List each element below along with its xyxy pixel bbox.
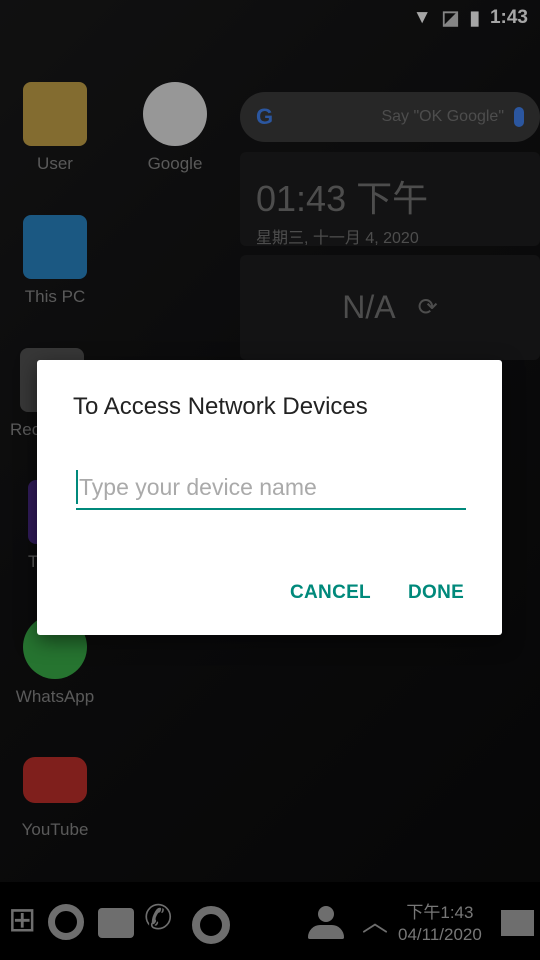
notification-icon[interactable] [501,910,534,936]
phone-icon[interactable]: ✆ [144,898,173,938]
messages-icon[interactable] [98,908,134,938]
chevron-up-icon[interactable]: ︿ [362,902,388,939]
network-device-dialog: To Access Network Devices Type your devi… [37,360,502,635]
taskbar: ⊞ ✆ ︿ 下午1:43 04/11/2020 [0,882,540,960]
cortana-icon[interactable] [48,904,84,940]
taskbar-clock[interactable]: 下午1:43 04/11/2020 [398,902,482,946]
cancel-button[interactable]: CANCEL [290,582,371,604]
dialog-title: To Access Network Devices [73,393,368,420]
done-button[interactable]: DONE [408,582,464,604]
windows-start-icon[interactable]: ⊞ [8,900,37,940]
chrome-icon[interactable] [192,906,230,944]
user-icon[interactable] [308,906,344,940]
device-name-input[interactable]: Type your device name [76,468,466,510]
